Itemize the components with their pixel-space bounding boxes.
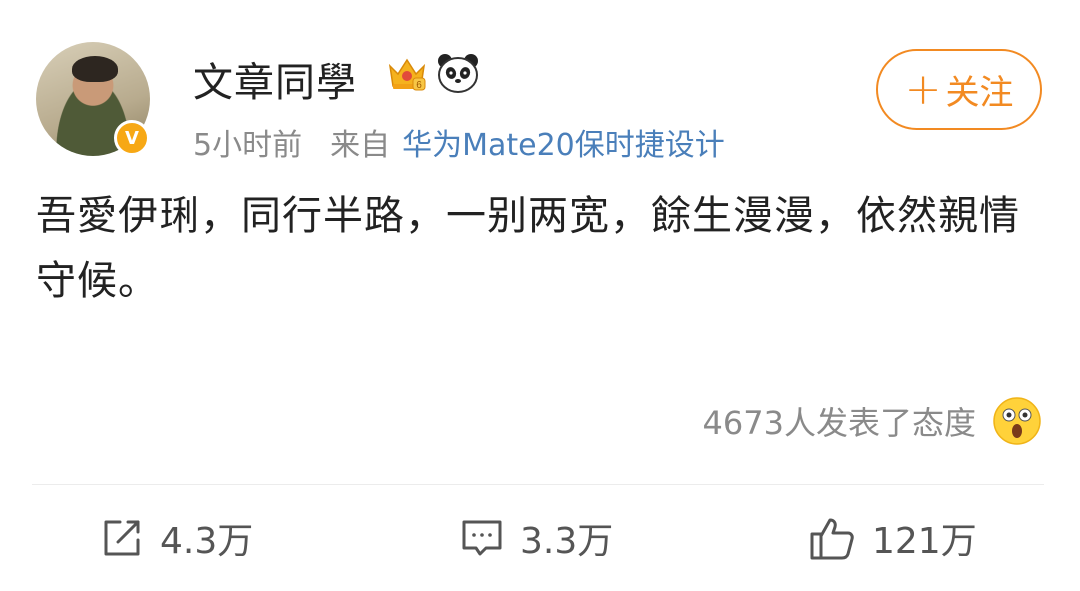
plus-icon: + [904,63,942,115]
divider [32,484,1044,485]
svg-text:6: 6 [416,80,422,91]
post-content: 吾愛伊琍，同行半路，一别两宽，餘生漫漫，依然親情守候。 [36,193,1020,304]
panda-icon [438,54,478,93]
post-time: 5小时前 [193,128,303,163]
username[interactable]: 文章同學 [193,50,357,108]
shocked-face-icon [993,397,1041,445]
follow-button[interactable]: + 关注 [876,49,1042,130]
comment-icon [462,520,502,556]
follow-label: 关注 [945,73,1014,113]
source-label: 来自 [330,128,391,163]
reactions-count: 4673人发表了态度 [702,404,976,442]
crown-icon: 6 [388,58,426,91]
reactions-summary[interactable]: 4673人发表了态度 [703,396,1042,446]
post-meta: 5小时前 来自 华为Mate20保时捷设计 [193,120,725,164]
comment-count: 3.3万 [520,521,614,562]
repost-icon [104,520,140,556]
repost-count: 4.3万 [160,521,254,562]
source-device-link[interactable]: 华为Mate20保时捷设计 [402,128,725,163]
like-button[interactable]: 121万 [808,510,977,566]
comment-button[interactable]: 3.3万 [460,510,613,566]
repost-button[interactable]: 4.3万 [100,510,253,566]
verified-badge-icon: V [114,120,150,156]
thumbs-up-icon [810,518,854,560]
like-count: 121万 [872,521,977,562]
